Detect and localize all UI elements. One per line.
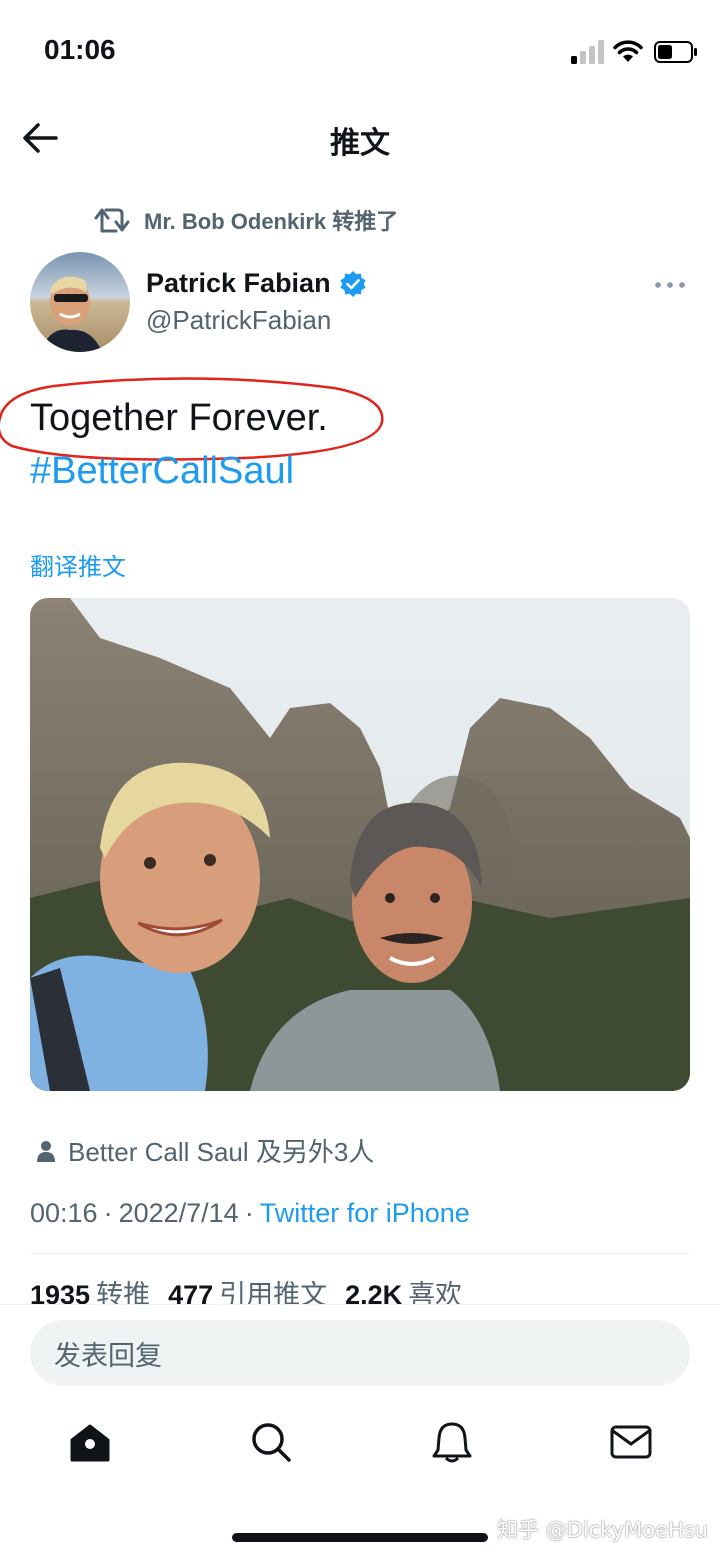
author-handle[interactable]: @PatrickFabian [146, 305, 331, 336]
tweet-stats: 1935 转推 477 引用推文 2.2K 喜欢 [30, 1273, 480, 1305]
status-time: 01:06 [44, 34, 116, 65]
like-count[interactable]: 2.2K [345, 1280, 402, 1305]
tweet-photo[interactable] [30, 598, 690, 1091]
translate-tweet-link[interactable]: 翻译推文 [30, 547, 126, 582]
mail-icon[interactable] [609, 1420, 653, 1464]
top-bar: 推文 [0, 100, 720, 180]
author-name-text: Patrick Fabian [146, 268, 331, 298]
person-icon [37, 1140, 55, 1162]
like-count-label[interactable]: 喜欢 [408, 1280, 462, 1305]
reply-input[interactable]: 发表回复 [30, 1320, 690, 1386]
hashtag-link[interactable]: #BetterCallSaul [30, 450, 294, 493]
selfie-photo-image [30, 598, 690, 1091]
tweet-source-link[interactable]: Twitter for iPhone [260, 1198, 470, 1228]
home-icon[interactable] [68, 1420, 112, 1464]
retweet-count[interactable]: 1935 [30, 1280, 90, 1305]
retweeted-by-label: Mr. Bob Odenkirk 转推了 [144, 209, 399, 234]
author-name[interactable]: Patrick Fabian [146, 268, 367, 299]
separator: · [103, 1198, 113, 1228]
status-bar: 01:06 [0, 0, 720, 100]
quote-count-label[interactable]: 引用推文 [219, 1280, 327, 1305]
retweet-count-label[interactable]: 转推 [96, 1280, 150, 1305]
verified-badge-icon [339, 270, 366, 297]
bottom-tab-bar [0, 1420, 720, 1476]
search-icon[interactable] [249, 1420, 293, 1464]
divider [30, 1253, 690, 1254]
battery-icon [654, 41, 697, 63]
bell-icon[interactable] [430, 1420, 474, 1464]
page-title: 推文 [330, 126, 390, 161]
avatar[interactable] [30, 252, 130, 352]
separator: · [244, 1198, 254, 1228]
liked-by[interactable]: Better Call Saul 及另外3人 [36, 1132, 374, 1169]
retweeted-by[interactable]: Mr. Bob Odenkirk 转推了 [94, 200, 398, 240]
wifi-icon [613, 40, 643, 62]
cellular-signal-icon [571, 40, 604, 64]
tweet-date: 2022/7/14 [118, 1198, 239, 1228]
home-indicator[interactable] [232, 1533, 488, 1542]
retweet-icon [94, 208, 130, 233]
tweet-timestamp: 00:16 · 2022/7/14 · Twitter for iPhone [30, 1198, 470, 1229]
watermark: 知乎 @DickyMoeHsu [497, 1518, 708, 1542]
tweet-time: 00:16 [30, 1198, 98, 1228]
liked-by-label: Better Call Saul 及另外3人 [68, 1137, 375, 1167]
avatar-image [30, 252, 130, 352]
quote-count[interactable]: 477 [168, 1280, 213, 1305]
more-options-icon[interactable] [654, 278, 686, 292]
